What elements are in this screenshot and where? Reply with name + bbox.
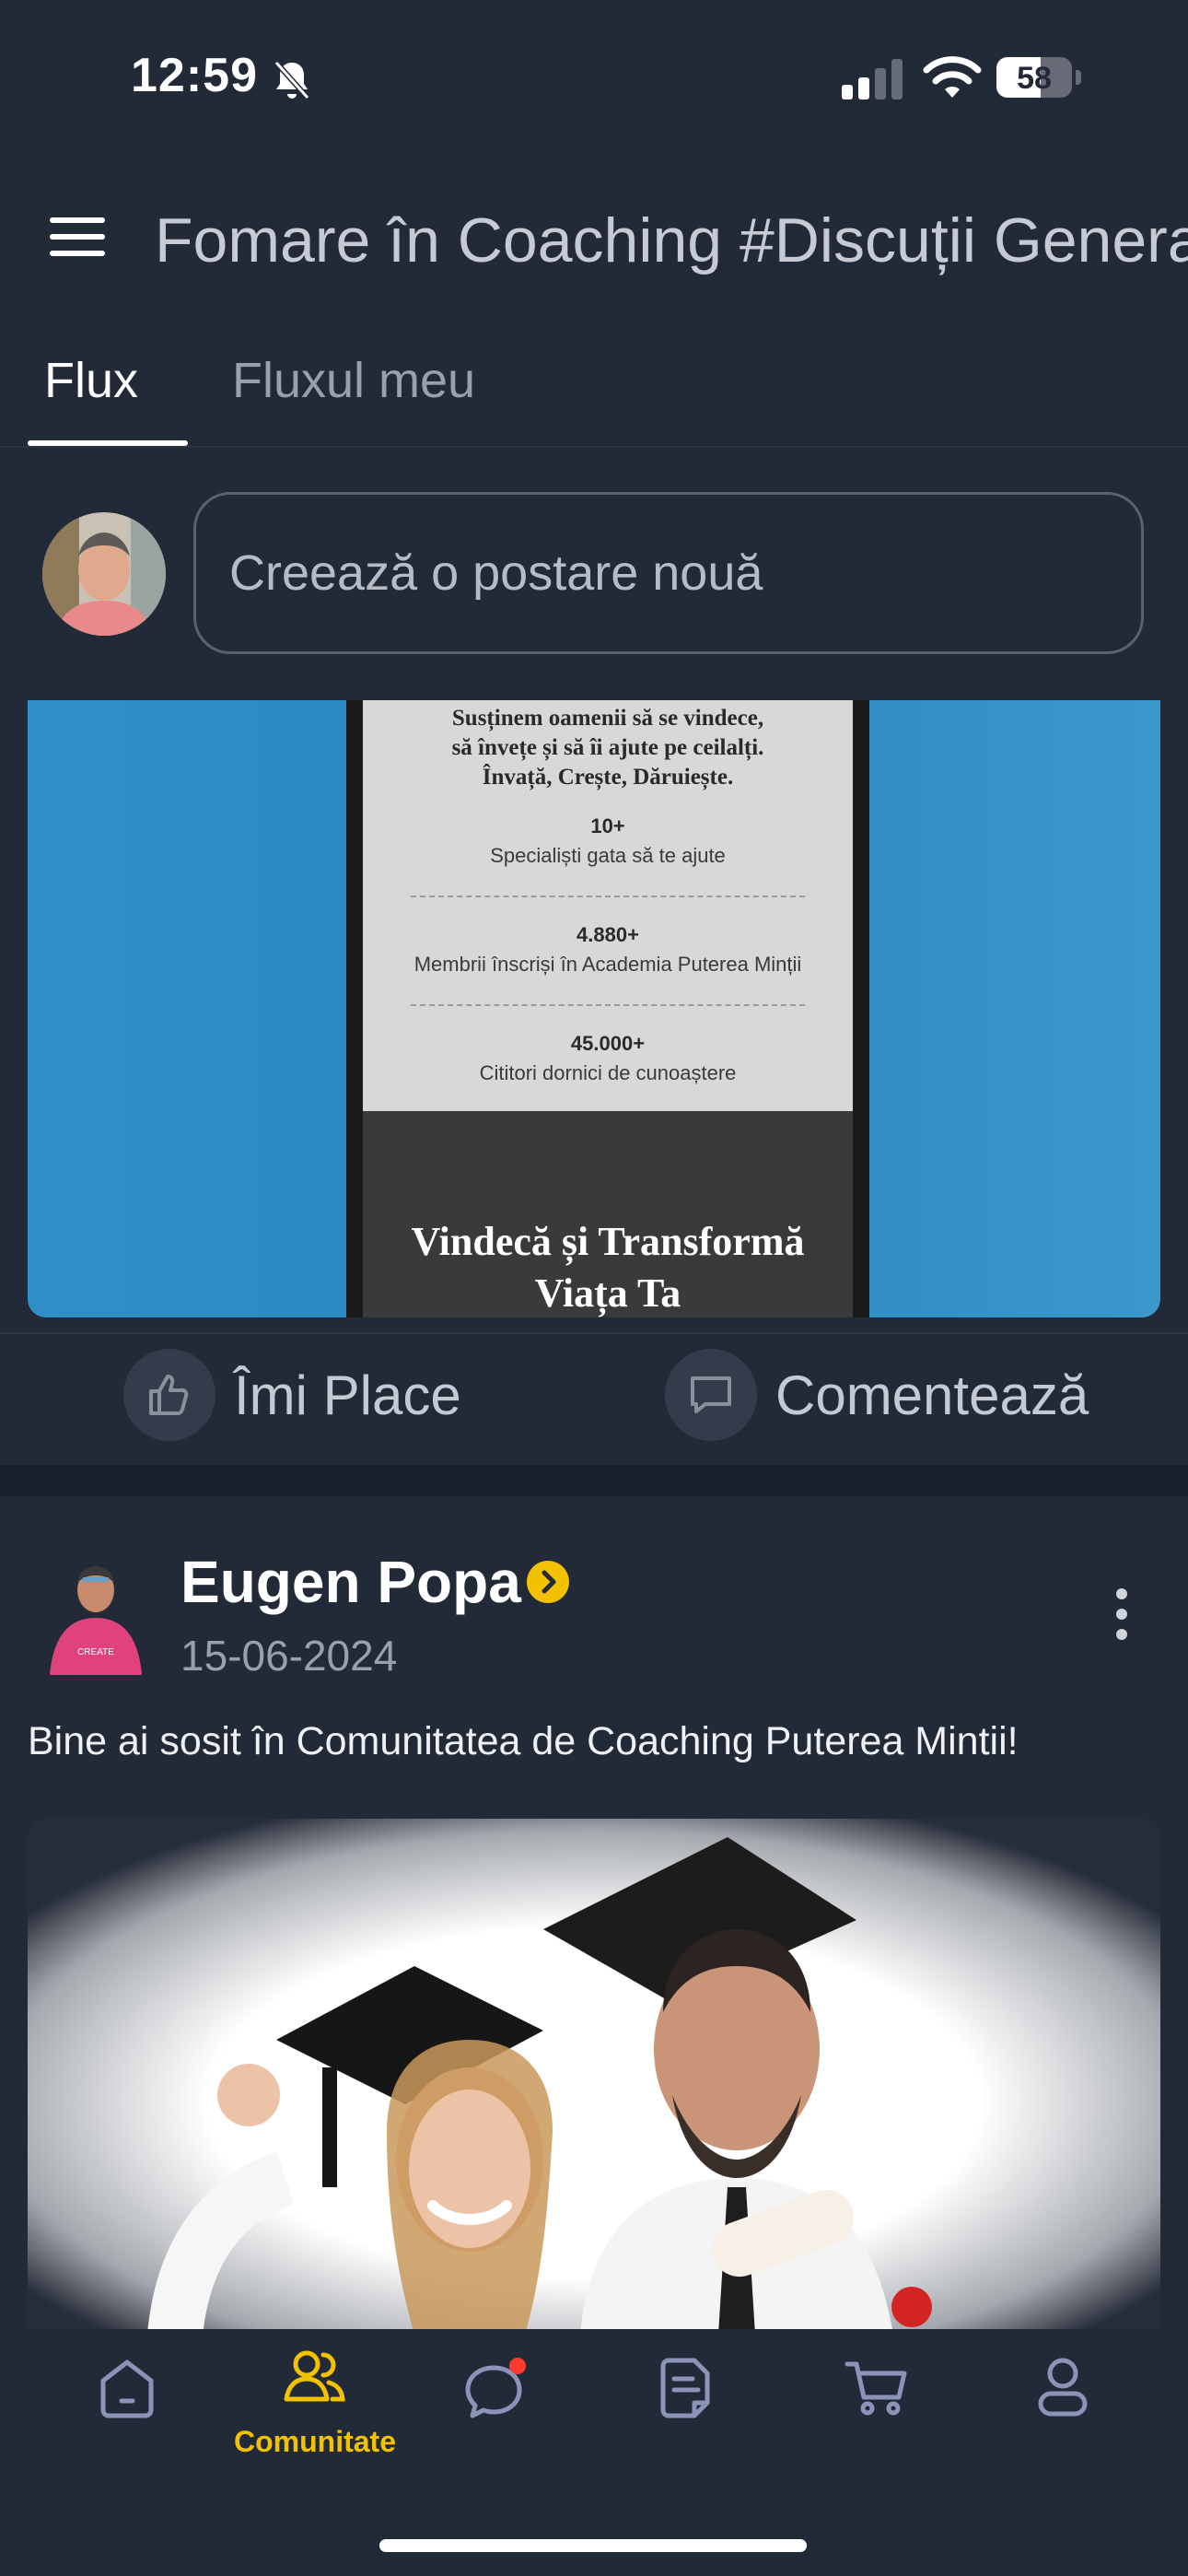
nav-chat[interactable]: [444, 2355, 554, 2447]
menu-button[interactable]: [50, 217, 105, 263]
like-label: Îmi Place: [234, 1364, 461, 1426]
nav-home[interactable]: [72, 2355, 182, 2447]
screenshot-heading: Vindecă și Transformă Viața Ta: [411, 1219, 805, 1316]
like-button[interactable]: Îmi Place: [123, 1347, 461, 1443]
tab-flux[interactable]: Flux: [44, 352, 138, 409]
screenshot-intro: Susținem oamenii să se vindece, să înveț…: [451, 706, 764, 790]
post-separator: [0, 1465, 1188, 1496]
post-text: Bine ai sosit în Comunitatea de Coaching…: [28, 1719, 1019, 1763]
comment-button[interactable]: Comentează: [665, 1347, 1089, 1443]
tab-fluxul-meu[interactable]: Fluxul meu: [232, 352, 475, 409]
home-indicator[interactable]: [379, 2539, 807, 2552]
nav-profile[interactable]: [1007, 2355, 1118, 2447]
profile-icon: [1038, 2358, 1088, 2417]
battery-level: 58: [1017, 61, 1052, 96]
nav-documents[interactable]: [632, 2355, 742, 2447]
community-icon: [284, 2350, 345, 2402]
author-avatar[interactable]: CREATE: [41, 1555, 151, 1675]
cellular-signal-icon: [842, 59, 903, 100]
status-time: 12:59: [131, 49, 258, 102]
stat-members: 4.880+ Membrii înscriși în Academia Pute…: [413, 923, 802, 976]
post-image-graduates[interactable]: [28, 1819, 1160, 2335]
battery-indicator: 58: [996, 57, 1083, 101]
stat-readers: 45.000+ Cititori dornici de cunoaștere: [479, 1032, 737, 1084]
phone-mockup: Susținem oamenii să se vindece, să înveț…: [346, 700, 869, 1317]
post-image-website-screenshot[interactable]: Susținem oamenii să se vindece, să înveț…: [28, 700, 1160, 1317]
hamburger-icon: [50, 217, 105, 223]
author-name[interactable]: Eugen Popa: [181, 1548, 521, 1616]
page-title: Fomare în Coaching #Discuții Generale: [155, 205, 1188, 275]
nav-cart[interactable]: [821, 2355, 932, 2447]
create-post-input[interactable]: Creează o postare nouă: [193, 492, 1144, 654]
nav-community-label[interactable]: Comunitate: [214, 2425, 416, 2459]
home-icon: [100, 2359, 154, 2418]
post-date: 15-06-2024: [181, 1632, 398, 1680]
cart-icon: [844, 2361, 907, 2416]
nav-community[interactable]: [260, 2346, 370, 2438]
more-options-icon[interactable]: [1105, 1588, 1138, 1642]
document-icon: [660, 2358, 710, 2418]
tab-divider: [0, 446, 1188, 448]
wifi-icon: [923, 56, 982, 98]
notification-badge: [509, 2358, 526, 2374]
thumbs-up-icon: [123, 1349, 215, 1441]
bell-muted-icon: [274, 60, 310, 100]
verified-badge-icon: [527, 1561, 569, 1603]
comment-label: Comentează: [775, 1364, 1089, 1426]
current-user-avatar[interactable]: [42, 512, 166, 636]
stat-specialists: 10+ Specialiști gata să te ajute: [490, 814, 726, 867]
chat-icon: [465, 2358, 526, 2418]
comment-icon: [665, 1349, 757, 1441]
svg-text:CREATE: CREATE: [77, 1647, 114, 1657]
